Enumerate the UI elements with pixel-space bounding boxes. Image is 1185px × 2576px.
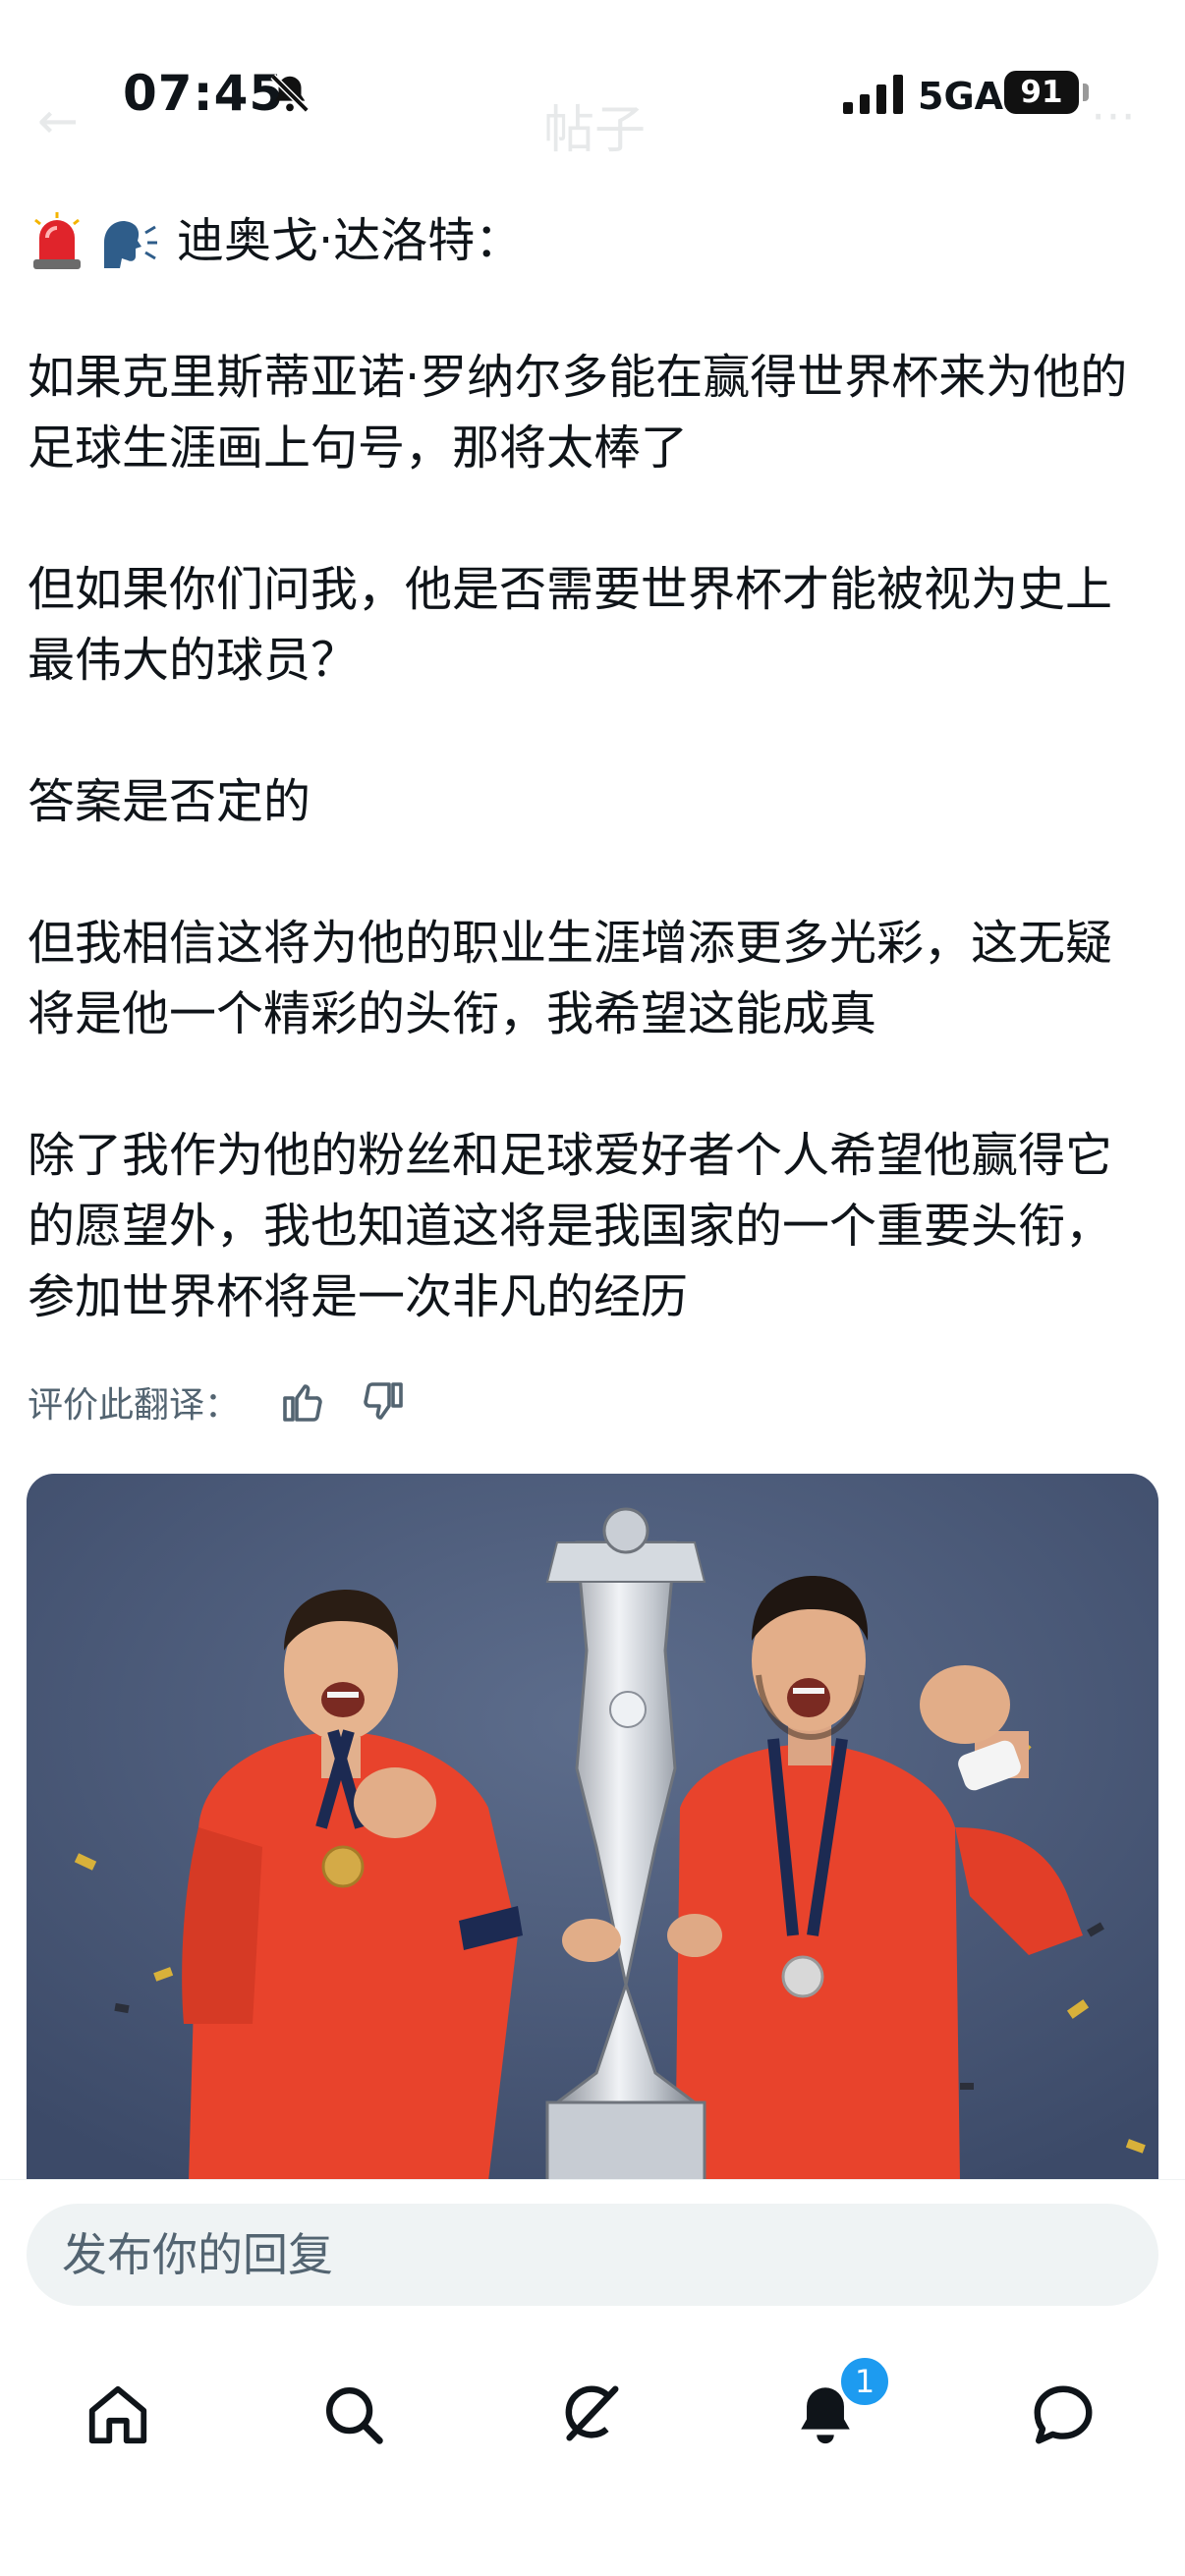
bottom-navigation: 1 bbox=[0, 2326, 1185, 2576]
bell-off-icon bbox=[270, 74, 310, 113]
nav-search[interactable] bbox=[305, 2366, 403, 2464]
post-body-text: 如果克里斯蒂亚诺·罗纳尔多能在赢得世界杯来为他的足球生涯画上句号，那将太棒了 但… bbox=[28, 350, 1128, 1324]
search-icon bbox=[326, 2387, 383, 2444]
nav-home[interactable] bbox=[69, 2366, 167, 2464]
grok-icon bbox=[565, 2385, 619, 2441]
back-arrow-icon[interactable]: ← bbox=[37, 92, 79, 149]
rate-translation-label: 评价此翻译： bbox=[28, 1385, 241, 1426]
thumbs-up-icon[interactable] bbox=[279, 1378, 326, 1426]
post-heading: 迪奥戈·达洛特： bbox=[29, 208, 522, 273]
battery-cap bbox=[1083, 84, 1089, 101]
photo-two-players-with-trophy bbox=[27, 1474, 1158, 2181]
nav-messages[interactable] bbox=[1014, 2366, 1112, 2464]
notification-badge: 1 bbox=[837, 2354, 892, 2409]
messages-icon bbox=[1034, 2385, 1093, 2444]
status-bar: ← 帖子 ⋯ 07:45 5GA 91 bbox=[0, 0, 1185, 187]
rate-translation-row: 评价此翻译： bbox=[28, 1373, 440, 1430]
network-type: 5GA bbox=[918, 75, 1004, 118]
post-author-line: 迪奥戈·达洛特： bbox=[177, 213, 523, 268]
battery-indicator: 91 bbox=[1004, 71, 1079, 114]
post-photo[interactable] bbox=[27, 1474, 1158, 2181]
cellular-signal-icon bbox=[843, 75, 903, 114]
reply-input[interactable] bbox=[27, 2204, 1158, 2306]
police-light-icon bbox=[33, 212, 81, 269]
home-icon bbox=[88, 2385, 147, 2444]
thumbs-down-icon[interactable] bbox=[360, 1378, 407, 1426]
reply-bar bbox=[0, 2179, 1185, 2327]
speaking-head-icon bbox=[104, 221, 157, 268]
nav-grok[interactable] bbox=[540, 2366, 639, 2464]
page-title: 帖子 bbox=[543, 101, 647, 160]
more-icon[interactable]: ⋯ bbox=[1091, 88, 1136, 141]
status-time: 07:45 bbox=[123, 65, 285, 122]
